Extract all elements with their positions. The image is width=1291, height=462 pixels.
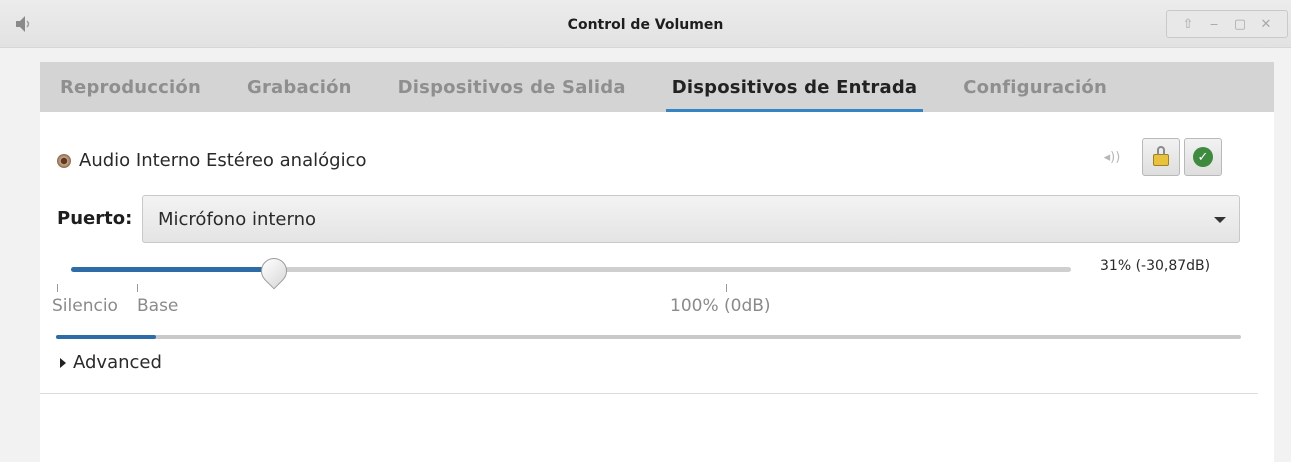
tick-label-base: Base: [137, 296, 179, 316]
checkmark-icon: ✓: [1193, 147, 1213, 167]
advanced-label: Advanced: [73, 352, 162, 373]
advanced-expander[interactable]: Advanced: [60, 352, 162, 373]
minimize-icon[interactable]: ‒: [1205, 15, 1223, 33]
tab-grabacion[interactable]: Grabación: [237, 62, 362, 112]
tick-label-silencio: Silencio: [52, 296, 118, 316]
tab-bar: Reproducción Grabación Dispositivos de S…: [40, 62, 1274, 112]
volume-speaker-icon: ◂)): [1103, 149, 1121, 165]
device-controls: ◂)) ✓: [1102, 138, 1226, 176]
divider: [40, 393, 1258, 394]
tick-silencio: [57, 284, 58, 292]
lock-icon: [1153, 146, 1169, 166]
device-name: Audio Interno Estéreo analógico: [79, 150, 367, 171]
tab-configuracion[interactable]: Configuración: [953, 62, 1117, 112]
window-title: Control de Volumen: [567, 17, 724, 33]
chevron-down-icon: [1214, 217, 1226, 223]
up-arrow-icon[interactable]: ⇧: [1179, 15, 1197, 33]
main-content: Reproducción Grabación Dispositivos de S…: [0, 48, 1291, 462]
expand-triangle-icon: [60, 357, 66, 368]
tick-base: [137, 284, 138, 292]
volume-slider-fill: [71, 267, 275, 272]
tab-dispositivos-salida[interactable]: Dispositivos de Salida: [388, 62, 636, 112]
window-controls: ⇧ ‒ ▢ ✕: [1166, 10, 1288, 38]
port-label: Puerto:: [57, 208, 133, 229]
volume-value: 31% (-30,87dB): [1100, 258, 1211, 274]
set-default-button[interactable]: ✓: [1184, 138, 1222, 176]
microphone-icon: [57, 153, 71, 168]
tab-dispositivos-entrada[interactable]: Dispositivos de Entrada: [662, 62, 928, 112]
port-value: Micrófono interno: [158, 208, 316, 230]
volume-slider-track[interactable]: [71, 267, 1071, 272]
volume-slider-thumb[interactable]: [255, 252, 293, 290]
input-devices-panel: Reproducción Grabación Dispositivos de S…: [40, 62, 1274, 462]
tick-100: [726, 284, 727, 292]
device-header: Audio Interno Estéreo analógico: [57, 150, 366, 171]
title-bar: Control de Volumen ⇧ ‒ ▢ ✕: [0, 0, 1291, 48]
port-dropdown[interactable]: Micrófono interno: [142, 195, 1240, 243]
tab-reproduccion[interactable]: Reproducción: [50, 62, 211, 112]
close-icon[interactable]: ✕: [1257, 15, 1275, 33]
peak-level-fill: [56, 335, 156, 339]
tick-label-100: 100% (0dB): [670, 296, 771, 316]
peak-level-meter: [56, 335, 1241, 339]
maximize-icon[interactable]: ▢: [1231, 15, 1249, 33]
lock-channels-button[interactable]: [1142, 138, 1180, 176]
